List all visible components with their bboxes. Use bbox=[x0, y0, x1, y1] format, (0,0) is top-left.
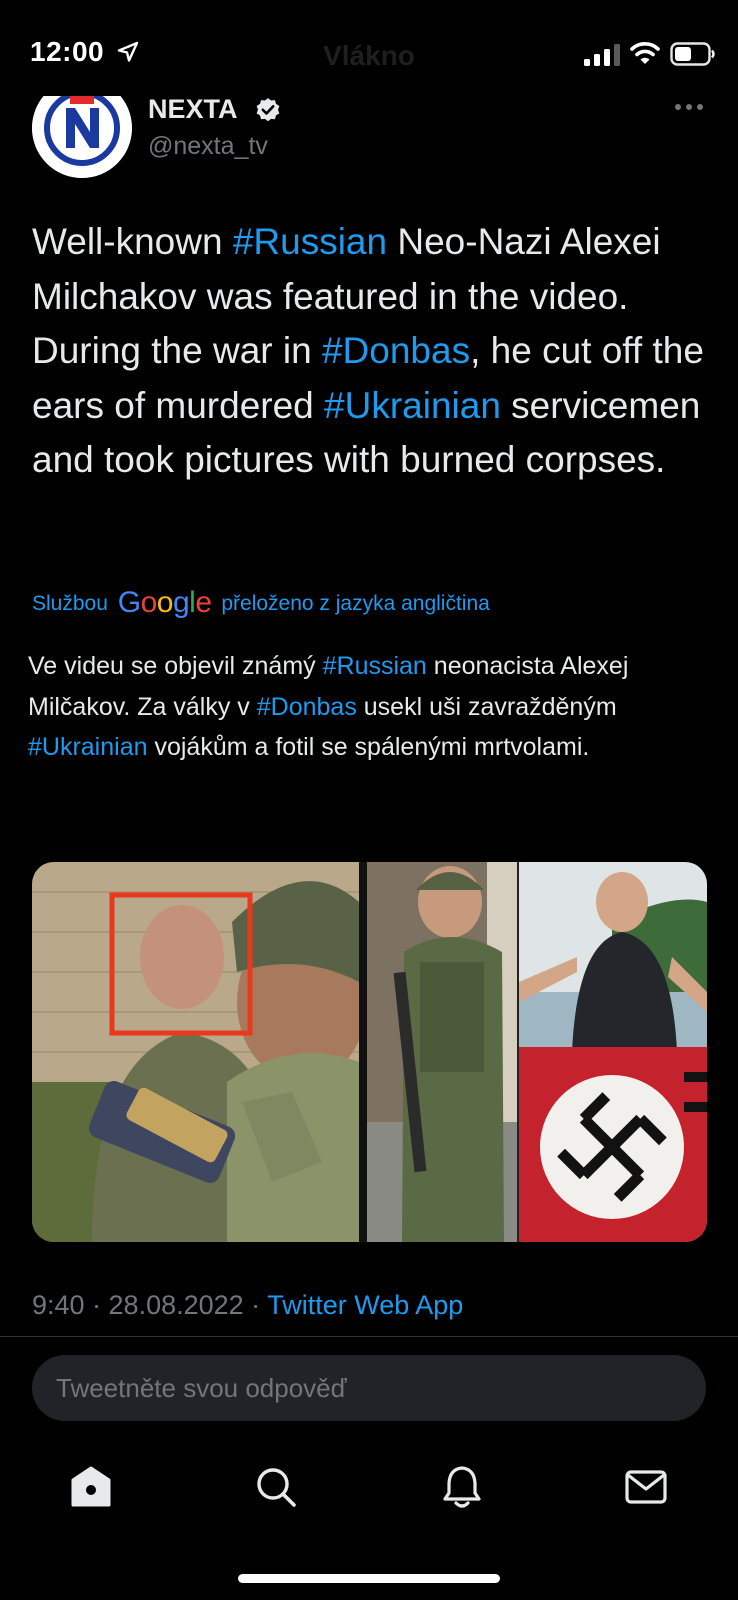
text-segment: usekl uši zavražděným bbox=[356, 692, 617, 721]
hashtag-link[interactable]: #Ukrainian bbox=[324, 385, 501, 426]
tweet-meta: 9:40 · 28.08.2022 · Twitter Web App bbox=[32, 1290, 463, 1321]
status-bar: Vlákno 12:00 bbox=[0, 0, 738, 96]
signal-icon bbox=[584, 44, 620, 66]
verified-badge-icon bbox=[256, 98, 280, 122]
home-icon bbox=[71, 1466, 111, 1507]
hashtag-link[interactable]: #Donbas bbox=[257, 693, 357, 721]
media-photos bbox=[32, 862, 707, 1242]
tweet-timestamp: 9:40 · 28.08.2022 · bbox=[32, 1290, 268, 1320]
photo-soldiers-video-still bbox=[32, 862, 359, 1242]
google-logo-letter: g bbox=[172, 586, 190, 619]
text-segment: Ve videu se objevil známý bbox=[28, 652, 323, 680]
tweet-text: Well-known #Russian Neo-Nazi Alexei Milc… bbox=[32, 215, 722, 488]
author-name[interactable]: NEXTA bbox=[148, 94, 238, 125]
google-logo-letter: G bbox=[117, 586, 141, 619]
google-logo-letter: o bbox=[156, 586, 174, 619]
translation-prefix: Službou bbox=[32, 592, 108, 615]
screen-title: Vlákno bbox=[323, 40, 415, 71]
tab-home[interactable] bbox=[67, 1463, 115, 1511]
tab-notifications[interactable] bbox=[438, 1463, 486, 1511]
hashtag-link[interactable]: #Ukrainian bbox=[28, 733, 148, 761]
reply-input[interactable] bbox=[56, 1355, 676, 1421]
google-logo: Google bbox=[118, 586, 212, 619]
tab-search[interactable] bbox=[252, 1463, 300, 1511]
google-logo-letter: e bbox=[195, 586, 212, 619]
photo-soldier-standing bbox=[367, 862, 517, 1242]
battery-icon bbox=[670, 42, 715, 66]
hashtag-link[interactable]: #Russian bbox=[233, 221, 387, 262]
author-handle[interactable]: @nexta_tv bbox=[148, 132, 268, 161]
status-time: 12:00 bbox=[30, 36, 105, 67]
tweet-media[interactable] bbox=[32, 862, 707, 1242]
divider bbox=[0, 1336, 738, 1337]
more-options-icon[interactable] bbox=[674, 100, 704, 114]
text-segment: vojákům a fotil se spálenými mrtvolami. bbox=[147, 733, 590, 761]
translation-source-language: přeloženo z jazyka angličtina bbox=[221, 592, 490, 615]
tweet-source-link[interactable]: Twitter Web App bbox=[267, 1290, 463, 1320]
tab-messages[interactable] bbox=[622, 1463, 670, 1511]
messages-icon bbox=[625, 1470, 667, 1504]
hashtag-link[interactable]: #Russian bbox=[323, 652, 427, 680]
google-logo-letter: o bbox=[140, 586, 158, 619]
photo-man-with-flag bbox=[519, 862, 707, 1242]
search-icon bbox=[257, 1468, 296, 1507]
reply-box[interactable] bbox=[32, 1355, 706, 1421]
translated-text: Ve videu se objevil známý #Russian neona… bbox=[28, 646, 718, 768]
hashtag-link[interactable]: #Donbas bbox=[322, 330, 470, 371]
translation-attribution[interactable]: Službou Google přeloženo z jazyka anglič… bbox=[32, 586, 490, 620]
text-segment: Well-known bbox=[32, 221, 233, 262]
home-indicator bbox=[238, 1574, 500, 1583]
wifi-icon bbox=[630, 42, 660, 64]
notifications-icon bbox=[443, 1466, 481, 1508]
location-arrow-icon bbox=[117, 41, 139, 62]
